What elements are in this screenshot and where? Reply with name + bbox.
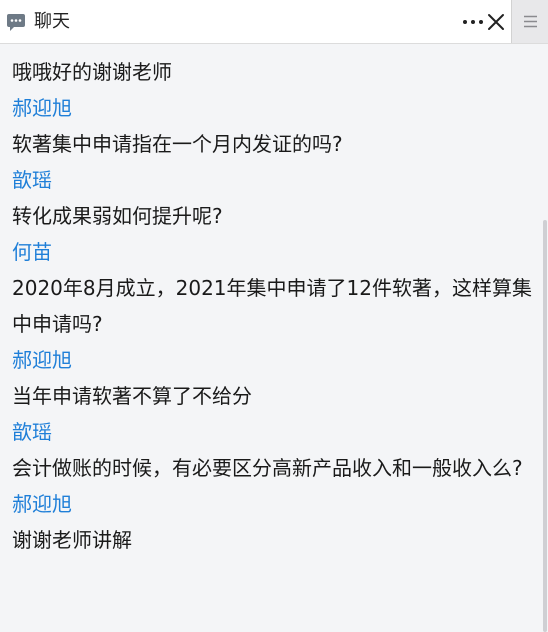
more-options-icon[interactable] bbox=[460, 12, 486, 32]
menu-button[interactable] bbox=[511, 0, 548, 43]
hamburger-menu-icon bbox=[524, 15, 537, 28]
message-text: 软著集中申请指在一个月内发证的吗? bbox=[12, 132, 343, 156]
message-sender-name[interactable]: 歆瑶 bbox=[12, 414, 542, 450]
message-sender-name[interactable]: 郝迎旭 bbox=[12, 486, 542, 522]
message-text: 谢谢老师讲解 bbox=[12, 528, 132, 552]
message-list: 哦哦好的谢谢老师 郝迎旭 软著集中申请指在一个月内发证的吗? 歆瑶 转化成果弱如何提升呢… bbox=[0, 54, 542, 558]
message-text: 会计做账的时候，有必要区分高新产品收入和一般收入么? bbox=[12, 456, 523, 480]
message-sender-name[interactable]: 郝迎旭 bbox=[12, 342, 542, 378]
scrollbar[interactable] bbox=[542, 44, 548, 632]
message-sender-name[interactable]: 何苗 bbox=[12, 234, 542, 270]
message-text: 2020年8月成立，2021年集中申请了12件软著，这样算集中申请吗? bbox=[12, 276, 532, 336]
close-icon[interactable] bbox=[486, 11, 506, 33]
scrollbar-thumb[interactable] bbox=[543, 220, 547, 632]
window-title: 聊天 bbox=[34, 11, 70, 32]
message-text: 转化成果弱如何提升呢? bbox=[12, 204, 223, 228]
chat-bubble-icon bbox=[7, 14, 25, 31]
message-sender-name[interactable]: 郝迎旭 bbox=[12, 90, 542, 126]
message-text: 当年申请软著不算了不给分 bbox=[12, 384, 252, 408]
message-sender-name[interactable]: 歆瑶 bbox=[12, 162, 542, 198]
chat-header: 聊天 bbox=[0, 0, 548, 44]
chat-window: 聊天 哦哦好的谢谢老师 郝迎旭 软著集中申请指在一个月内发证的吗? 歆瑶 转化成果弱如何… bbox=[0, 0, 548, 632]
message-text: 哦哦好的谢谢老师 bbox=[12, 60, 172, 84]
